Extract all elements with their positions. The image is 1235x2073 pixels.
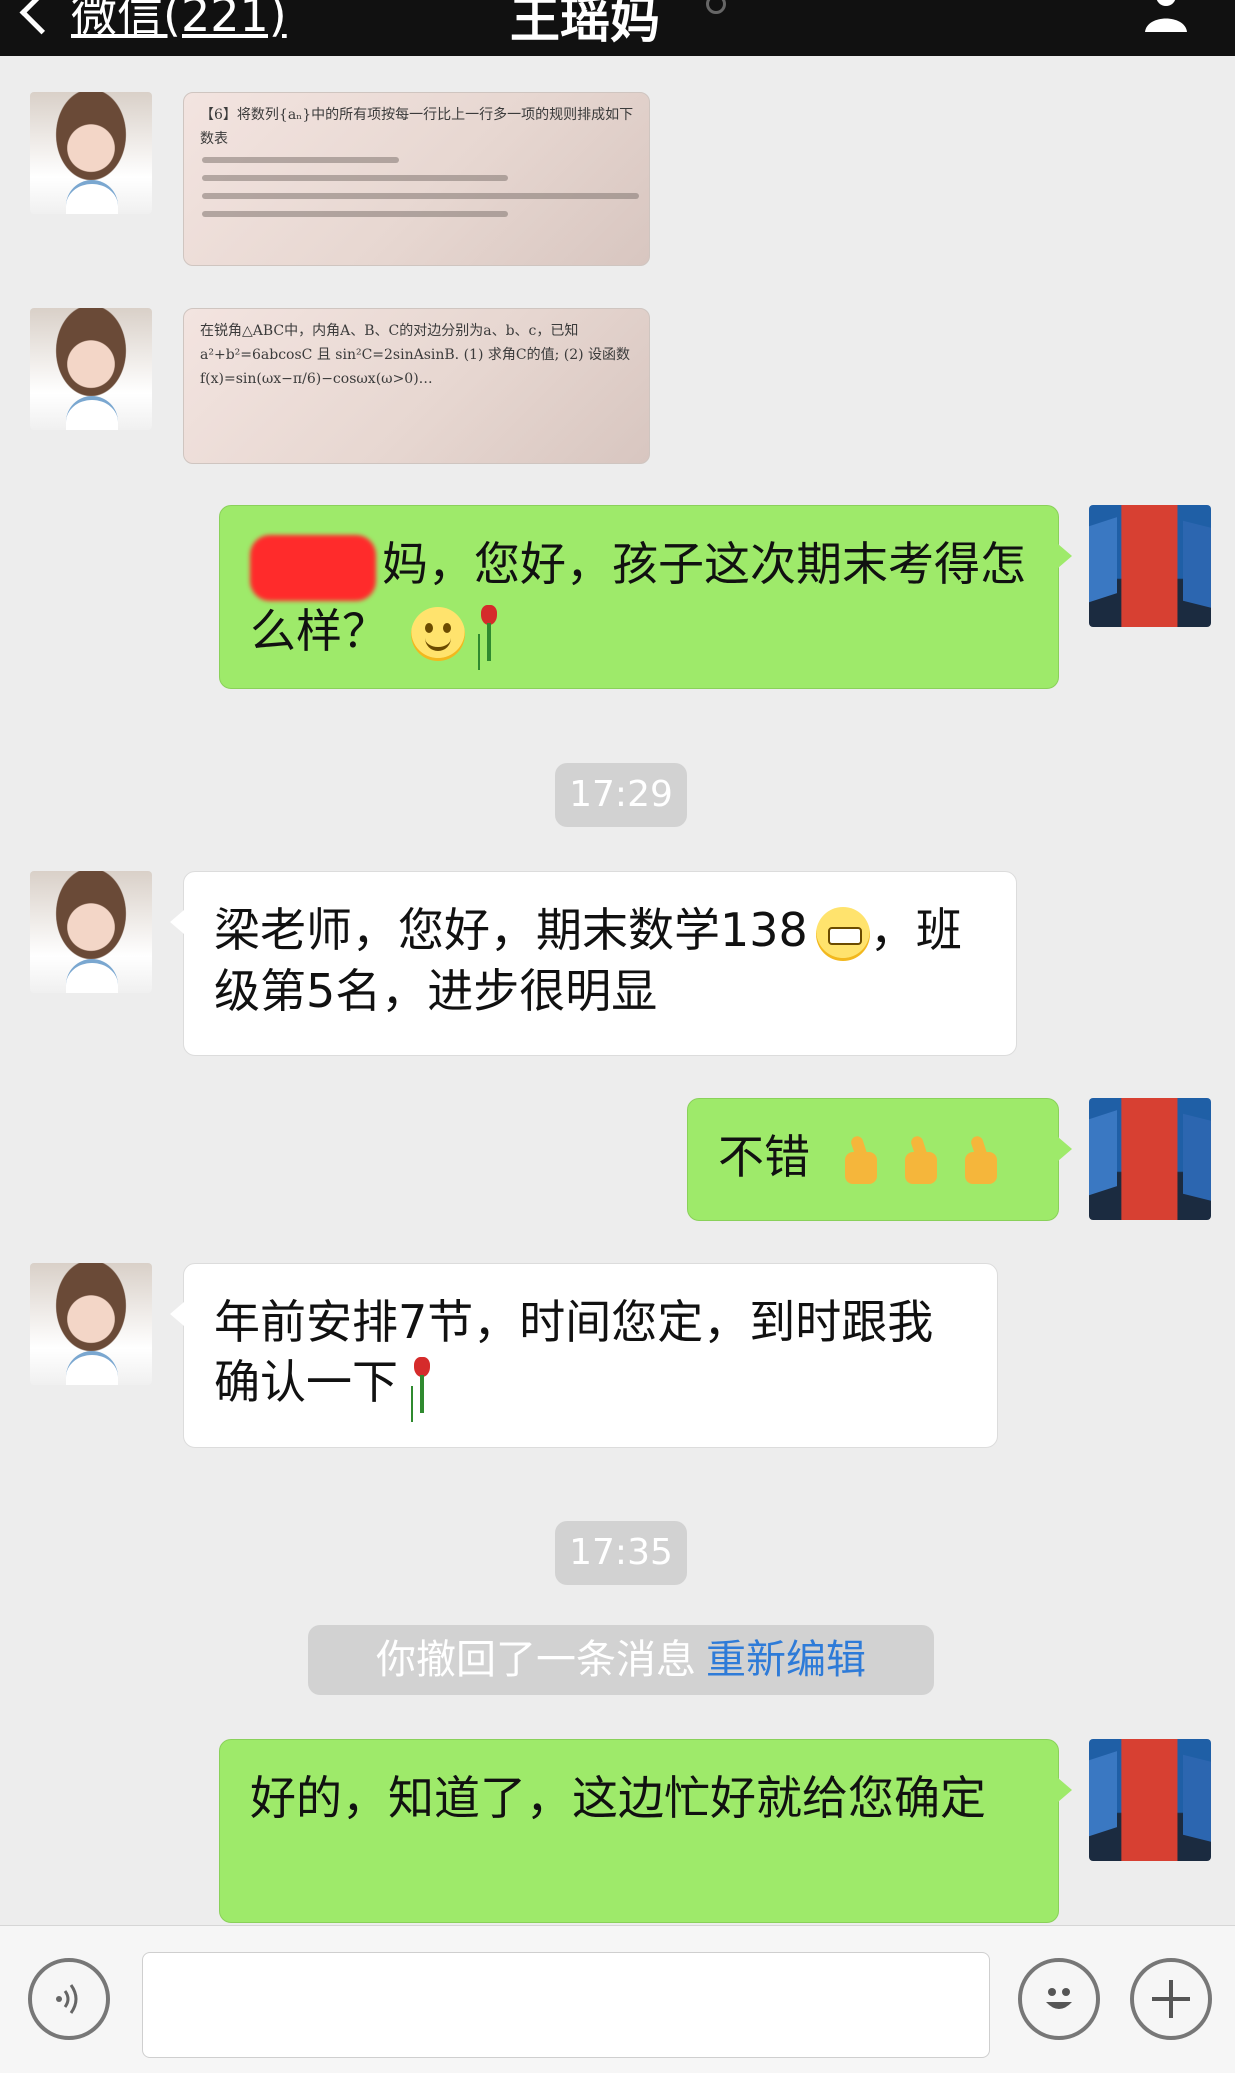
outgoing-message[interactable]: 不错 — [687, 1098, 1072, 1221]
message-text: 年前安排7节，时间您定，到时跟我确认一下 — [214, 1295, 934, 1409]
thumbs-up-emoji-icon — [951, 1134, 1005, 1188]
image-caption: 在锐角△ABC中，内角A、B、C的对边分别为a、b、c，已知 a²+b²=6ab… — [200, 323, 631, 387]
timestamp: 17:29 — [555, 763, 687, 827]
my-avatar[interactable] — [1089, 1098, 1211, 1220]
contact-avatar[interactable] — [30, 92, 152, 214]
emoji-button[interactable] — [1018, 1958, 1100, 2040]
message-text: 好的，知道了，这边忙好就给您确定 — [250, 1771, 986, 1825]
message-input[interactable] — [142, 1952, 990, 2058]
thumbs-up-emoji-icon — [831, 1134, 885, 1188]
re-edit-link[interactable]: 重新编辑 — [706, 1637, 866, 1683]
image-caption: 【6】将数列{aₙ}中的所有项按每一行比上一行多一项的规则排成如下数表 — [200, 107, 634, 147]
contact-avatar[interactable] — [30, 1263, 152, 1385]
outgoing-message[interactable]: 妈，您好，孩子这次期末考得怎么样？ — [219, 505, 1072, 689]
rose-emoji-icon — [473, 605, 503, 663]
outgoing-message[interactable]: 好的，知道了，这边忙好就给您确定 — [219, 1739, 1072, 1923]
image-message[interactable]: 【6】将数列{aₙ}中的所有项按每一行比上一行多一项的规则排成如下数表 — [183, 92, 650, 266]
back-button[interactable]: 微信(221) — [19, 0, 287, 42]
emoji-icon — [1046, 1988, 1072, 2009]
thumbs-up-emoji-icon — [891, 1134, 945, 1188]
my-avatar[interactable] — [1089, 1739, 1211, 1861]
image-message[interactable]: 在锐角△ABC中，内角A、B、C的对边分别为a、b、c，已知 a²+b²=6ab… — [183, 308, 650, 464]
voice-button[interactable] — [28, 1958, 110, 2040]
recall-text: 你撤回了一条消息 — [376, 1637, 696, 1683]
contact-avatar[interactable] — [30, 308, 152, 430]
redacted-name — [250, 534, 376, 601]
incoming-message[interactable]: 梁老师，您好，期末数学138 ，班级第5名，进步很明显 — [170, 871, 1017, 1056]
recall-notice: 你撤回了一条消息 重新编辑 — [308, 1625, 934, 1695]
voice-icon — [56, 1984, 78, 2014]
smile-emoji-icon — [410, 607, 465, 661]
mute-indicator-icon — [706, 0, 726, 14]
profile-icon[interactable] — [1139, 0, 1193, 32]
back-label: 微信(221) — [71, 0, 287, 42]
my-avatar[interactable] — [1089, 505, 1211, 627]
chat-title: 王瑶妈 — [510, 0, 660, 49]
grin-emoji-icon — [815, 906, 870, 961]
chevron-left-icon — [19, 0, 64, 34]
contact-avatar[interactable] — [30, 871, 152, 993]
incoming-message[interactable]: 年前安排7节，时间您定，到时跟我确认一下 — [170, 1263, 998, 1448]
timestamp: 17:35 — [555, 1521, 687, 1585]
message-text: 梁老师，您好，期末数学138 — [214, 903, 808, 957]
rose-emoji-icon — [406, 1356, 436, 1415]
top-bar: 微信(221) 王瑶妈 — [0, 0, 1235, 56]
plus-button[interactable] — [1130, 1958, 1212, 2040]
plus-icon — [1152, 1980, 1190, 2018]
input-bar — [0, 1925, 1235, 2073]
message-text: 不错 — [718, 1130, 810, 1184]
